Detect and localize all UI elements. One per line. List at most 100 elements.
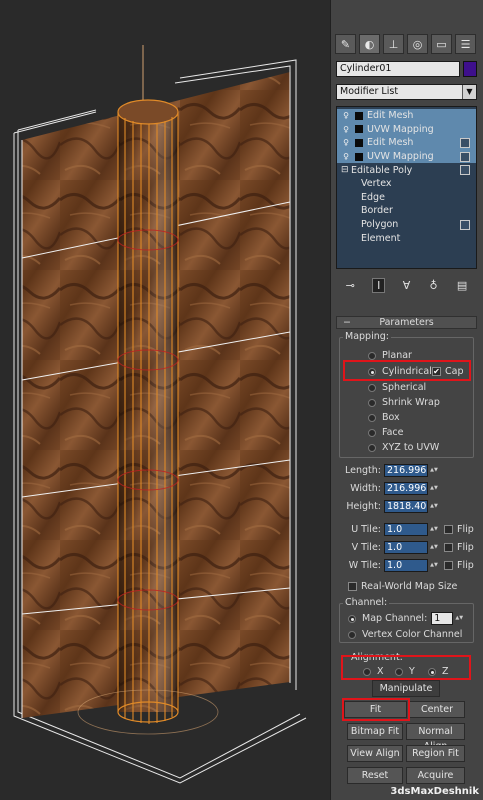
length-spinner[interactable]: Length: 216.996 ▲▼ bbox=[341, 464, 438, 477]
u-flip-checkbox[interactable] bbox=[444, 525, 453, 534]
stack-toolbar: ⊸ Ⅰ ∀ ♁ ▤ bbox=[336, 276, 477, 294]
sub-object-label: Polygon bbox=[361, 219, 399, 231]
show-end-result-icon[interactable]: Ⅰ bbox=[372, 277, 386, 293]
length-value[interactable]: 216.996 bbox=[384, 464, 428, 477]
option-label: Face bbox=[382, 427, 404, 438]
sub-object-label: Border bbox=[361, 205, 393, 217]
w-tile-spinner[interactable]: W Tile: 1.0 ▲▼ Flip bbox=[341, 559, 474, 572]
collapse-icon[interactable]: ⊟ bbox=[341, 165, 351, 175]
stack-item-checkbox[interactable] bbox=[460, 138, 470, 149]
v-tile-value[interactable]: 1.0 bbox=[384, 541, 428, 554]
modify-icon: ◐ bbox=[364, 37, 375, 51]
mapping-shrink-wrap[interactable]: Shrink Wrap bbox=[368, 397, 440, 408]
sub-object-label: Vertex bbox=[361, 178, 392, 190]
real-world-map-size-checkbox[interactable]: Real-World Map Size bbox=[348, 581, 457, 592]
mapping-box[interactable]: Box bbox=[368, 412, 400, 423]
modifier-list-dropdown[interactable]: Modifier List ▼ bbox=[336, 84, 477, 100]
sub-object-vertex[interactable]: Vertex bbox=[337, 177, 476, 191]
object-name-field[interactable]: Cylinder01 bbox=[336, 61, 460, 77]
v-tile-spinner[interactable]: V Tile: 1.0 ▲▼ Flip bbox=[341, 541, 474, 554]
sub-object-edge[interactable]: Edge bbox=[337, 191, 476, 205]
sub-object-label: Element bbox=[361, 232, 401, 244]
normal-align-button[interactable]: Normal Align bbox=[406, 723, 465, 752]
height-value[interactable]: 1818.40 bbox=[384, 500, 428, 513]
motion-tab[interactable]: ◎ bbox=[407, 34, 428, 54]
utilities-tab[interactable]: ☰ bbox=[455, 34, 476, 54]
spinner-arrows-icon[interactable]: ▲▼ bbox=[430, 541, 438, 554]
vertex-color-channel-option[interactable]: Vertex Color Channel bbox=[348, 629, 462, 640]
configure-sets-icon[interactable]: ▤ bbox=[455, 279, 469, 292]
bulb-icon[interactable]: ♀ bbox=[341, 125, 351, 134]
spinner-arrows-icon[interactable]: ▲▼ bbox=[430, 482, 438, 495]
w-tile-value[interactable]: 1.0 bbox=[384, 559, 428, 572]
radio-icon bbox=[368, 383, 376, 392]
stack-item-checkbox[interactable] bbox=[460, 219, 470, 230]
view-align-button[interactable]: View Align bbox=[347, 745, 403, 762]
stack-item-label: UVW Mapping bbox=[367, 151, 434, 163]
stack-item-editable-poly[interactable]: ⊟ Editable Poly bbox=[337, 163, 476, 177]
hierarchy-icon: ⊥ bbox=[388, 37, 399, 51]
w-flip-checkbox[interactable] bbox=[444, 561, 453, 570]
mapping-spherical[interactable]: Spherical bbox=[368, 382, 426, 393]
parameters-rollout-header[interactable]: − Parameters bbox=[336, 316, 477, 329]
display-tab[interactable]: ▭ bbox=[431, 34, 452, 54]
bulb-icon[interactable]: ♀ bbox=[341, 152, 351, 161]
pin-stack-icon[interactable]: ⊸ bbox=[344, 279, 357, 292]
radio-icon bbox=[348, 630, 356, 639]
mapping-face[interactable]: Face bbox=[368, 427, 403, 438]
acquire-button[interactable]: Acquire bbox=[406, 767, 465, 784]
region-fit-button[interactable]: Region Fit bbox=[406, 745, 465, 762]
stack-item-label: Editable Poly bbox=[351, 164, 413, 176]
map-channel-option[interactable]: Map Channel: 1 ▲▼ bbox=[348, 612, 463, 625]
bulb-icon[interactable]: ♀ bbox=[341, 111, 351, 120]
u-tile-value[interactable]: 1.0 bbox=[384, 523, 428, 536]
sub-object-element[interactable]: Element bbox=[337, 231, 476, 245]
flip-label: Flip bbox=[457, 560, 474, 571]
u-tile-label: U Tile: bbox=[351, 524, 381, 535]
u-tile-spinner[interactable]: U Tile: 1.0 ▲▼ Flip bbox=[341, 523, 474, 536]
width-value[interactable]: 216.996 bbox=[384, 482, 428, 495]
width-spinner[interactable]: Width: 216.996 ▲▼ bbox=[341, 482, 438, 495]
spinner-arrows-icon[interactable]: ▲▼ bbox=[430, 464, 438, 477]
radio-icon bbox=[368, 428, 376, 437]
radio-icon bbox=[368, 351, 376, 360]
manipulate-button[interactable]: Manipulate bbox=[372, 680, 440, 697]
sub-object-label: Edge bbox=[361, 191, 385, 203]
mapping-xyz-to-uvw[interactable]: XYZ to UVW bbox=[368, 442, 439, 453]
reset-button[interactable]: Reset bbox=[347, 767, 403, 784]
stack-item-label: UVW Mapping bbox=[367, 123, 434, 135]
stack-item-uvw-mapping-2[interactable]: ♀ UVW Mapping bbox=[337, 149, 476, 164]
perspective-viewport[interactable] bbox=[0, 0, 330, 800]
stack-item-edit-mesh-2[interactable]: ♀ Edit Mesh bbox=[337, 136, 476, 150]
sub-object-polygon[interactable]: Polygon bbox=[337, 218, 476, 232]
stack-item-edit-mesh-1[interactable]: ♀ Edit Mesh bbox=[337, 109, 476, 123]
map-channel-value[interactable]: 1 bbox=[431, 612, 454, 625]
hierarchy-tab[interactable]: ⊥ bbox=[383, 34, 404, 54]
center-button[interactable]: Center bbox=[409, 701, 465, 718]
radio-icon bbox=[368, 398, 376, 407]
stack-item-checkbox[interactable] bbox=[460, 165, 470, 176]
stack-item-uvw-mapping-1[interactable]: ♀ UVW Mapping bbox=[337, 122, 476, 137]
v-flip-checkbox[interactable] bbox=[444, 543, 453, 552]
spinner-arrows-icon[interactable]: ▲▼ bbox=[455, 612, 463, 625]
object-color-swatch[interactable] bbox=[463, 61, 477, 77]
modifier-box-icon bbox=[355, 152, 363, 161]
height-spinner[interactable]: Height: 1818.40 ▲▼ bbox=[341, 500, 438, 513]
radio-icon bbox=[348, 614, 356, 623]
sub-object-border[interactable]: Border bbox=[337, 204, 476, 218]
command-panel: ✎ ◐ ⊥ ◎ ▭ ☰ Cylinder01 Modifier List ▼ ♀… bbox=[330, 0, 483, 800]
height-label: Height: bbox=[346, 501, 381, 512]
mapping-label: Mapping: bbox=[343, 331, 391, 342]
spinner-arrows-icon[interactable]: ▲▼ bbox=[430, 523, 438, 536]
stack-item-checkbox[interactable] bbox=[460, 151, 470, 162]
create-tab[interactable]: ✎ bbox=[335, 34, 356, 54]
make-unique-icon[interactable]: ∀ bbox=[401, 279, 413, 292]
spinner-arrows-icon[interactable]: ▲▼ bbox=[430, 500, 438, 513]
width-label: Width: bbox=[350, 483, 381, 494]
modify-tab[interactable]: ◐ bbox=[359, 34, 380, 54]
spinner-arrows-icon[interactable]: ▲▼ bbox=[430, 559, 438, 572]
bulb-icon[interactable]: ♀ bbox=[341, 138, 351, 147]
v-tile-label: V Tile: bbox=[351, 542, 381, 553]
remove-modifier-icon[interactable]: ♁ bbox=[428, 279, 440, 292]
bitmap-fit-button[interactable]: Bitmap Fit bbox=[347, 723, 403, 740]
